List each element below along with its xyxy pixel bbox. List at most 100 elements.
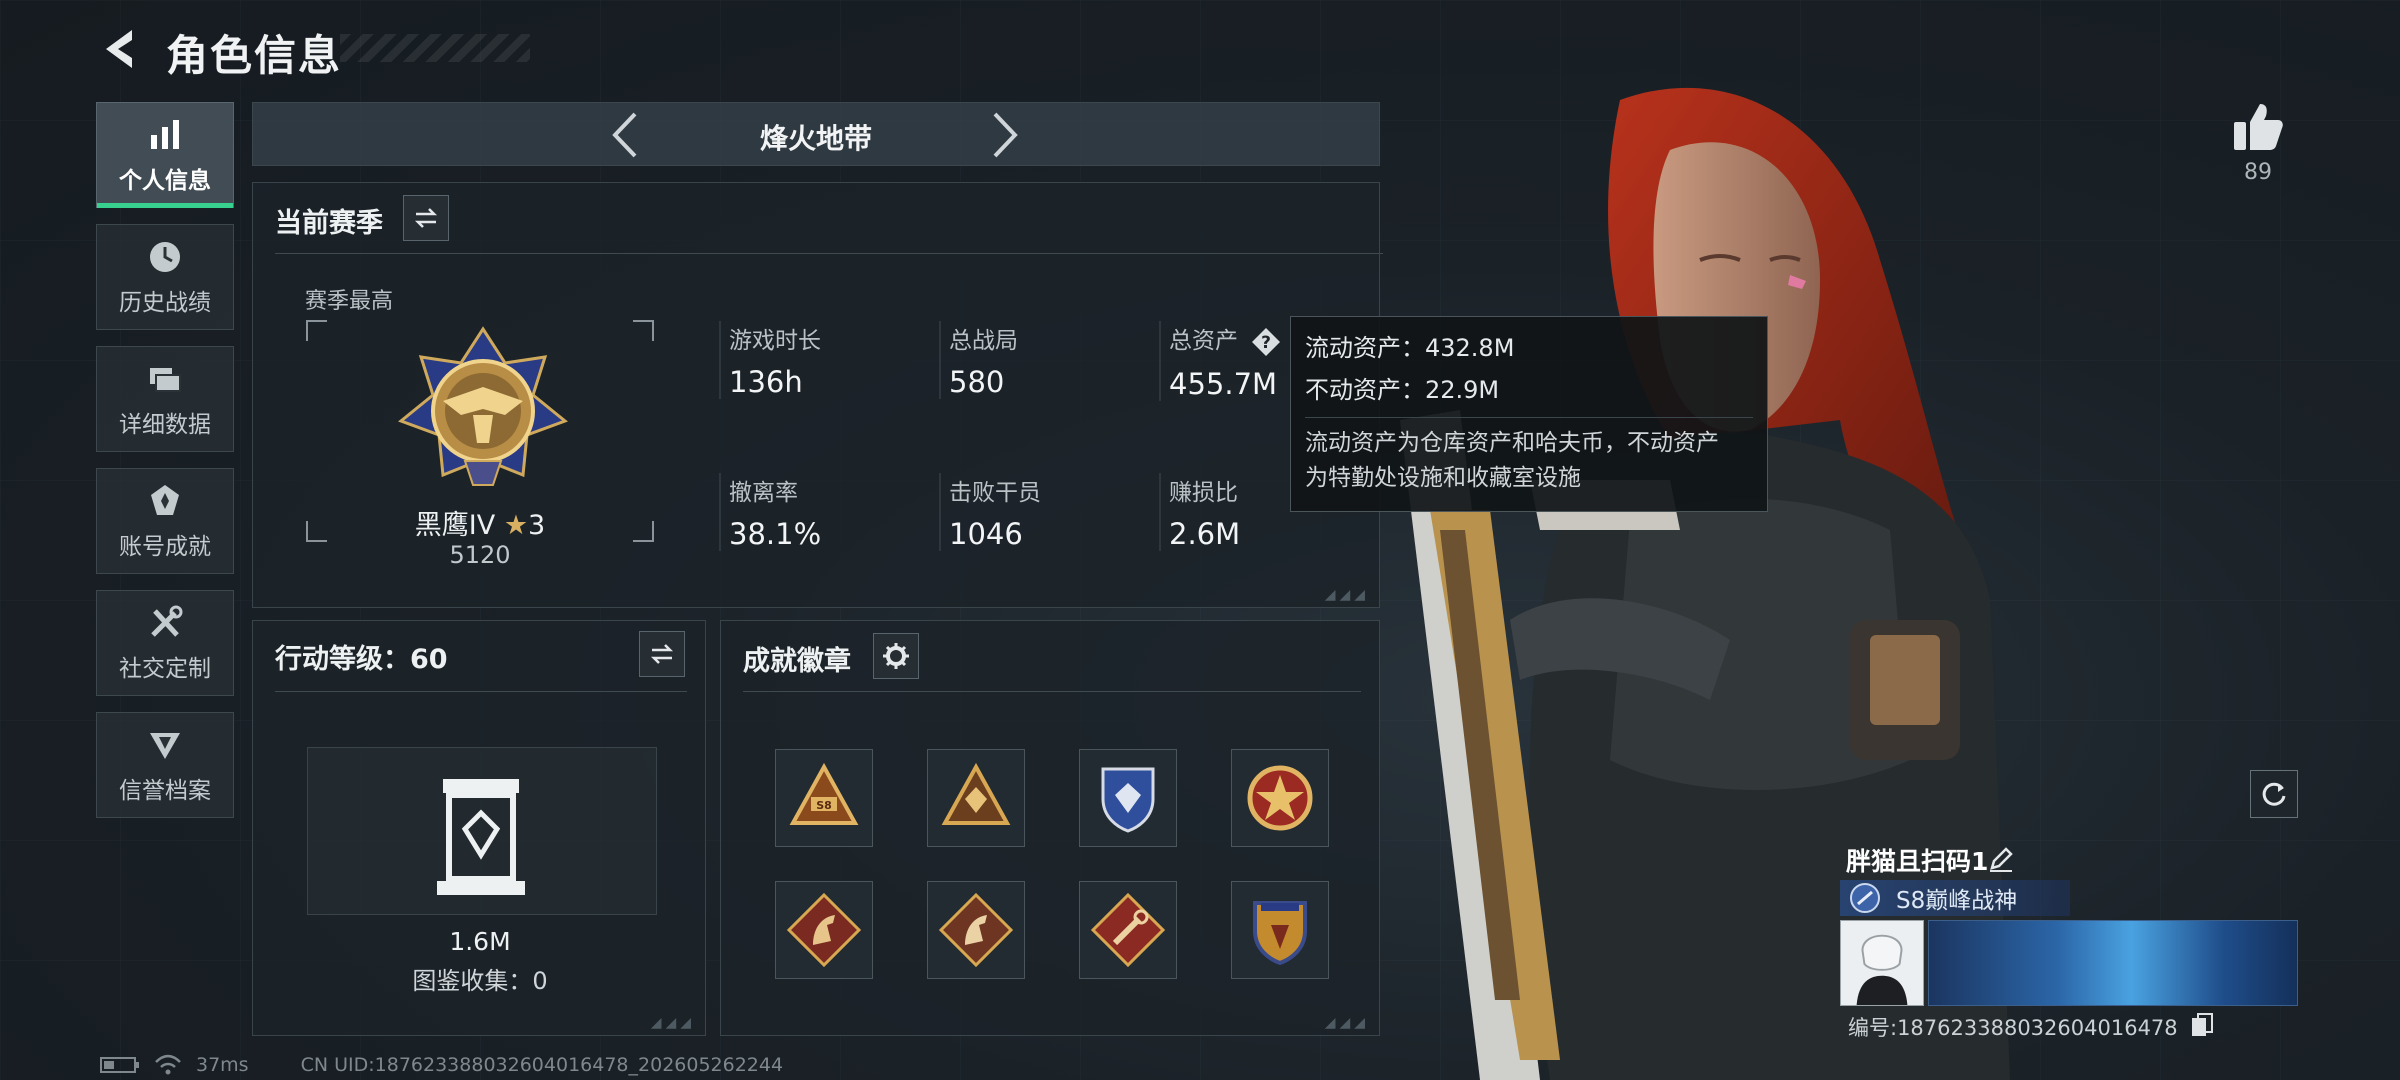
rank-name: 黑鹰IV (414, 510, 496, 541)
back-arrow-icon[interactable] (96, 24, 146, 74)
badges-divider (743, 691, 1361, 692)
ping-value: 37ms (196, 1054, 249, 1076)
badges-settings-button[interactable] (873, 633, 919, 679)
refresh-icon (2262, 782, 2286, 806)
red-star-badge-icon (1247, 765, 1313, 831)
collection-value: 1.6M (449, 927, 511, 956)
player-banner[interactable] (1928, 920, 2298, 1006)
nav-item-match-history[interactable]: 历史战绩 (96, 224, 234, 330)
triangle-gem-badge-icon (941, 762, 1011, 825)
stat-label: 总资产 ? (1169, 321, 1281, 357)
stat-operators-defeated: 击败干员 1046 (939, 473, 1041, 551)
stat-value: 136h (729, 365, 803, 399)
nav-label: 详细数据 (119, 412, 211, 438)
badge-slot-6[interactable] (927, 881, 1025, 979)
tooltip-description-line2: 为特勤处设施和收藏室设施 (1305, 465, 1581, 491)
badge-slot-4[interactable] (1231, 749, 1329, 847)
player-title-text: S8巅峰战神 (1896, 888, 2018, 914)
refresh-character-button[interactable] (2250, 770, 2298, 818)
badge-slot-8[interactable] (1231, 881, 1329, 979)
thumbs-up-icon[interactable] (2230, 98, 2286, 154)
nav-item-account-achievements[interactable]: 账号成就 (96, 468, 234, 574)
panel-corner-ticks: ◢◢◢ (1324, 587, 1369, 603)
stat-value: 455.7M (1169, 366, 1278, 401)
rank-name-line: 黑鹰IV ★3 (305, 503, 655, 542)
stat-play-time: 游戏时长 136h (719, 321, 821, 399)
stat-label: 撤离率 (729, 480, 798, 506)
battery-icon (100, 1057, 139, 1073)
season-switch-button[interactable] (403, 195, 449, 241)
side-nav: 个人信息 历史战绩 详细数据 账号成就 社交定制 信誉档案 (96, 102, 234, 834)
stat-total-matches: 总战局 580 (939, 321, 1018, 399)
stat-label-text: 总资产 (1169, 328, 1238, 354)
gold-shield-badge-icon (1253, 901, 1307, 966)
mode-selector: 烽火地带 (252, 102, 1380, 166)
achievement-badges-panel: 成就徽章 S8 ◢◢◢ (720, 620, 1380, 1036)
badge-slot-3[interactable] (1079, 749, 1177, 847)
edit-pencil-icon[interactable] (1986, 844, 2016, 874)
panel-corner-ticks: ◢◢◢ (650, 1015, 695, 1031)
player-title-tag: S8巅峰战神 (1840, 880, 2070, 916)
title-decoration (340, 34, 530, 62)
nav-label: 账号成就 (119, 534, 211, 560)
black-eagle-rank-icon (398, 326, 568, 486)
stat-extraction-rate: 撤离率 38.1% (719, 473, 821, 551)
bar-chart-icon (151, 120, 179, 149)
svg-text:S8: S8 (816, 799, 832, 812)
title-emblem-icon (1850, 883, 1880, 913)
nav-item-personal-info[interactable]: 个人信息 (96, 102, 234, 208)
svg-text:?: ? (1261, 333, 1271, 353)
mode-title: 烽火地带 (759, 122, 872, 155)
badges-title: 成就徽章 (743, 646, 851, 677)
rank-stars: 3 (528, 510, 546, 541)
like-count: 89 (2244, 160, 2272, 185)
action-level-divider (275, 691, 687, 692)
player-avatar[interactable] (1840, 920, 1924, 1006)
nav-item-detailed-data[interactable]: 详细数据 (96, 346, 234, 452)
achievement-icon (151, 485, 179, 515)
stat-value: 1046 (949, 517, 1023, 551)
badge-slot-1[interactable]: S8 (775, 749, 873, 847)
wrench-diamond-badge-icon (1090, 892, 1166, 968)
horse-diamond-badge-icon (938, 892, 1014, 968)
nav-label: 个人信息 (119, 168, 211, 194)
credit-shield-icon (150, 733, 180, 759)
stat-label: 总战局 (949, 328, 1018, 354)
panel-corner-ticks: ◢◢◢ (1324, 1015, 1369, 1031)
badge-slot-5[interactable] (775, 881, 873, 979)
stat-value: 580 (949, 365, 1005, 399)
stat-total-assets: 总资产 ? 455.7M (1159, 321, 1281, 401)
help-icon[interactable]: ? (1251, 327, 1281, 357)
status-footer: 37ms CN UID:1876233880326040164​78_20260… (100, 1054, 783, 1076)
nav-item-social-custom[interactable]: 社交定制 (96, 590, 234, 696)
badge-slot-2[interactable] (927, 749, 1025, 847)
mode-next-button[interactable] (973, 103, 1037, 167)
assets-tooltip: 流动资产：432.8M 不动资产：22.9M 流动资产为仓库资产和哈夫币，不动资… (1290, 316, 1768, 512)
nav-label: 历史战绩 (119, 290, 211, 316)
tooltip-fixed-assets: 不动资产：22.9M (1305, 376, 1500, 404)
tools-icon (151, 605, 183, 637)
collection-count: 图鉴收集：0 (412, 967, 548, 995)
stat-label: 游戏时长 (729, 328, 821, 354)
horse-diamond-badge-icon (786, 892, 862, 968)
wifi-icon (155, 1054, 181, 1075)
stat-label: 赚损比 (1169, 480, 1238, 506)
copy-icon[interactable] (2190, 1012, 2214, 1038)
collection-case-icon (437, 779, 525, 895)
season-divider (275, 253, 1383, 254)
folders-icon (150, 368, 181, 392)
stat-value: 38.1% (729, 517, 822, 551)
tooltip-liquid-assets: 流动资产：432.8M (1305, 334, 1515, 362)
triangle-s8-badge-icon: S8 (789, 762, 859, 825)
stat-profit-loss: 赚损比 2.6M (1159, 473, 1240, 551)
action-level-switch-button[interactable] (639, 631, 685, 677)
player-name: 胖猫且扫码1 (1846, 847, 1989, 876)
badge-slot-7[interactable] (1079, 881, 1177, 979)
blue-shield-badge-icon (1101, 767, 1155, 833)
nav-item-credit-record[interactable]: 信誉档案 (96, 712, 234, 818)
rank-points: 5120 (449, 541, 511, 569)
chevron-right-icon (993, 112, 1018, 158)
swap-icon (650, 644, 674, 664)
page-title: 角色信息 (166, 31, 343, 80)
season-title: 当前赛季 (275, 208, 383, 239)
